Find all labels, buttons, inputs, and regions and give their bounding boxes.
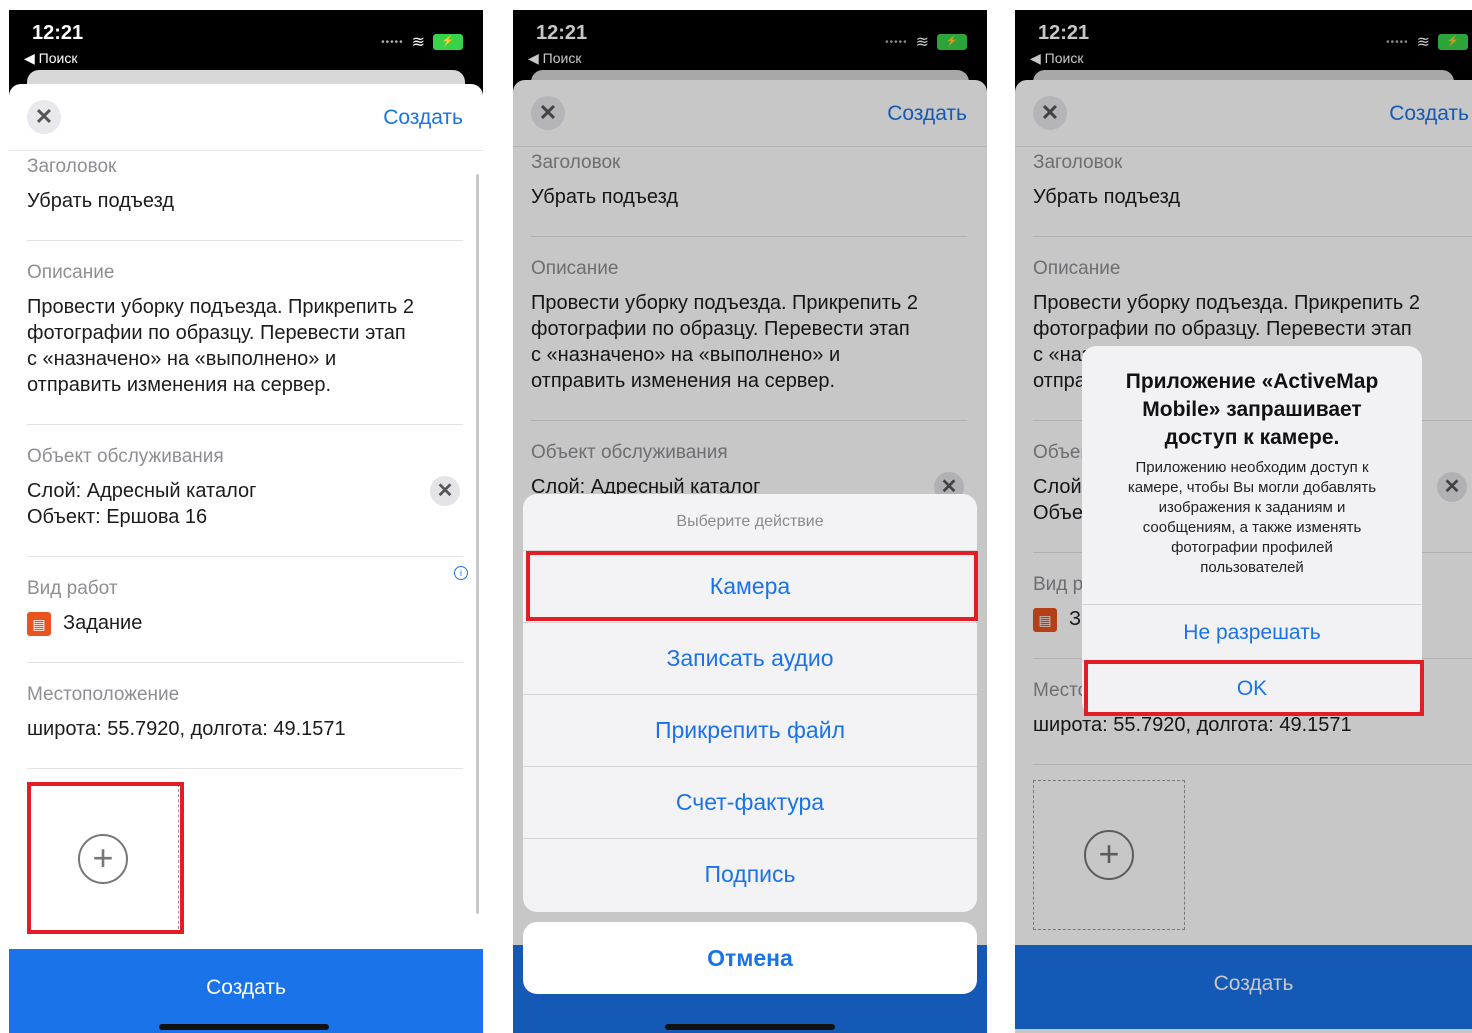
object-label: Объект обслуживания (27, 446, 224, 467)
close-button[interactable]: ✕ (27, 100, 61, 134)
home-indicator (159, 1024, 329, 1030)
scrollbar[interactable] (476, 174, 479, 914)
object-field[interactable]: Объект обслуживания Слой: Адресный катал… (27, 446, 463, 530)
cancel-button[interactable]: Отмена (523, 922, 977, 994)
divider (27, 556, 463, 557)
location-value: широта: 55.7920, долгота: 49.1571 (27, 718, 346, 740)
battery-icon: ⚡ (433, 34, 463, 50)
phone-screen-permission-alert: 12:21 ◀ Поиск ••••• ≋ ⚡ ✕ Создать Заголо… (1015, 10, 1472, 1033)
phone-screen-form: 12:21 ◀ Поиск ••••• ≋ ⚡ ✕ Создать Заголо… (9, 10, 483, 1033)
wifi-icon: ≋ (411, 34, 425, 51)
action-invoice[interactable]: Счет-фактура (523, 767, 977, 839)
object-value: Слой: Адресный каталог Объект: Ершова 16 (27, 480, 257, 528)
create-task-sheet: ✕ Создать Заголовок Убрать подъезд Описа… (9, 84, 483, 1033)
clear-object-button[interactable]: ✕ (430, 476, 460, 506)
close-icon: ✕ (436, 480, 454, 502)
title-value: Убрать подъезд (27, 190, 174, 212)
create-top-button[interactable]: Создать (383, 106, 463, 130)
sheet-nav-bar: ✕ Создать (9, 84, 483, 151)
deny-button[interactable]: Не разрешать (1082, 604, 1422, 661)
worktype-field[interactable]: Вид работ ▤Задание (27, 578, 463, 636)
divider (27, 240, 463, 241)
divider (27, 662, 463, 663)
action-attach-file[interactable]: Прикрепить файл (523, 695, 977, 767)
description-field[interactable]: Описание Провести уборку подъезда. Прикр… (27, 262, 463, 398)
action-sheet-title: Выберите действие (523, 494, 977, 551)
signal-icon: ••••• (381, 36, 404, 48)
divider (27, 424, 463, 425)
highlight-frame (526, 551, 978, 621)
task-icon: ▤ (27, 611, 51, 636)
phone-screen-action-sheet: 12:21 ◀ Поиск ••••• ≋ ⚡ ✕ Создать Заголо… (513, 10, 987, 1033)
close-icon: ✕ (34, 104, 54, 129)
highlight-frame (27, 782, 184, 934)
home-indicator (665, 1024, 835, 1030)
back-to-search-link[interactable]: ◀ Поиск (24, 50, 77, 67)
alert-title: Приложение «ActiveMap Mobile» запрашивае… (1125, 370, 1379, 449)
alert-message: Приложению необходим доступ к камере, чт… (1127, 459, 1377, 576)
worktype-label: Вид работ (27, 578, 118, 599)
action-record-audio[interactable]: Записать аудио (523, 623, 977, 695)
title-label: Заголовок (27, 156, 117, 177)
location-field[interactable]: Местоположение широта: 55.7920, долгота:… (27, 684, 463, 742)
location-label: Местоположение (27, 684, 180, 705)
title-field[interactable]: Заголовок Убрать подъезд (27, 156, 463, 214)
divider (27, 768, 463, 769)
description-value: Провести уборку подъезда. Прикрепить 2 ф… (27, 296, 414, 396)
action-signature[interactable]: Подпись (523, 839, 977, 910)
highlight-frame (1084, 660, 1424, 716)
worktype-value: ▤Задание (27, 610, 463, 636)
status-icons: ••••• ≋ ⚡ (381, 32, 463, 52)
create-bottom-button[interactable]: Создать (9, 949, 483, 1033)
description-label: Описание (27, 262, 115, 283)
status-time: 12:21 (32, 22, 84, 44)
